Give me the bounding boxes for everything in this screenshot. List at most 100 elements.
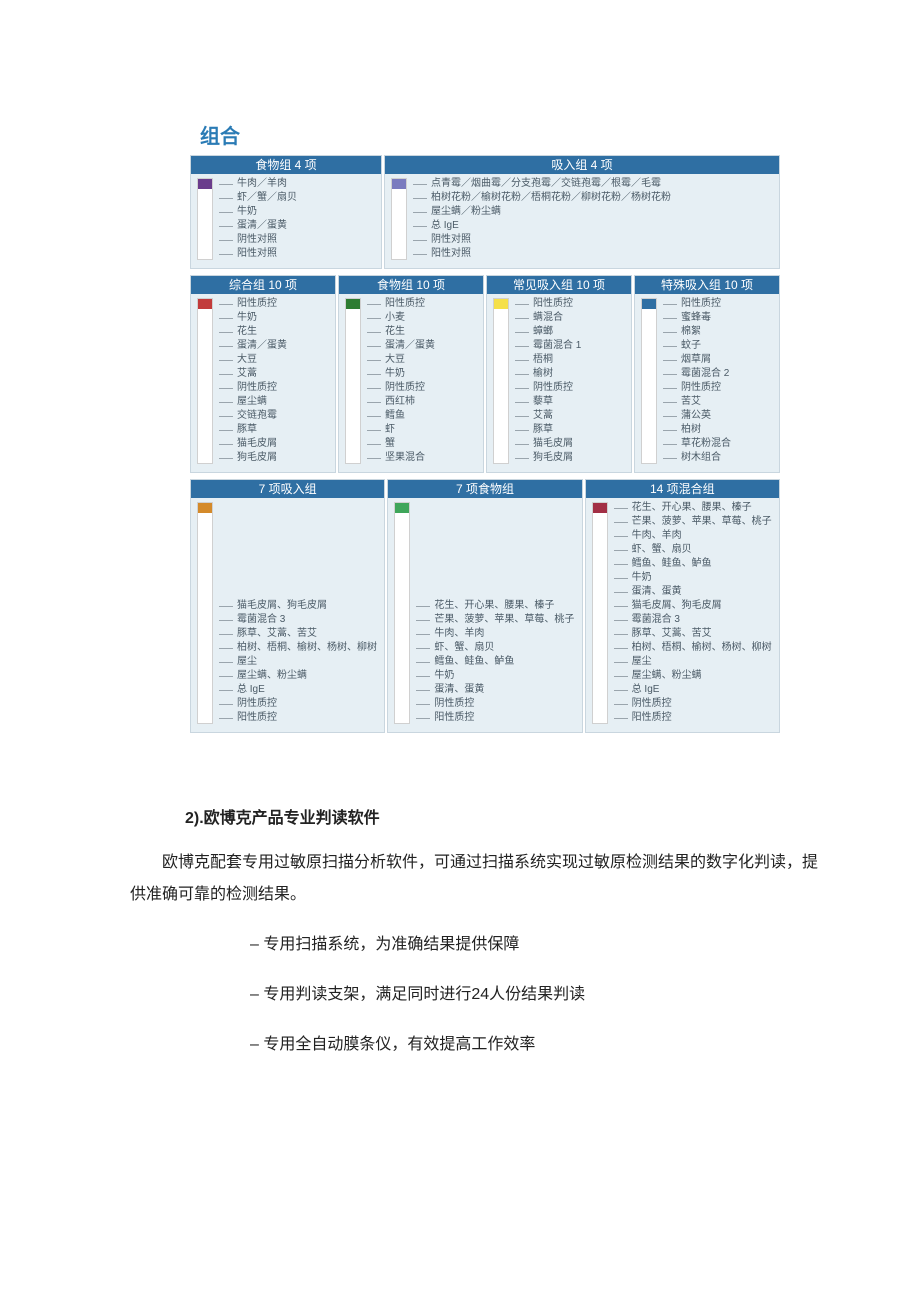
list-item: 阳性对照: [219, 248, 297, 260]
panel-body: 花生、开心果、腰果、榛子芒果、菠萝、苹果、草莓、桃子牛肉、羊肉虾、蟹、扇贝鳕鱼、…: [586, 498, 779, 732]
list-item: 豚草: [515, 424, 581, 436]
panel: 14 项混合组花生、开心果、腰果、榛子芒果、菠萝、苹果、草莓、桃子牛肉、羊肉虾、…: [585, 479, 780, 733]
list-item: 虾: [367, 424, 435, 436]
list-item: 藜草: [515, 396, 581, 408]
list-item: 屋尘螨／粉尘螨: [413, 206, 671, 218]
list-item: 牛肉／羊肉: [219, 178, 297, 190]
panel: 7 项食物组花生、开心果、腰果、榛子芒果、菠萝、苹果、草莓、桃子牛肉、羊肉虾、蟹…: [387, 479, 582, 733]
list-item: 柏树花粉／榆树花粉／梧桐花粉／柳树花粉／杨树花粉: [413, 192, 671, 204]
test-strip: [197, 298, 213, 464]
list-item: 柏树、梧桐、榆树、杨树、柳树: [614, 642, 772, 654]
list-item: 蜜蜂毒: [663, 312, 731, 324]
list-item: 交链孢霉: [219, 410, 287, 422]
panel-header: 特殊吸入组 10 项: [635, 276, 779, 294]
list-item: 烟草屑: [663, 354, 731, 366]
list-item: 阴性质控: [416, 698, 574, 710]
test-strip: [197, 502, 213, 724]
panel: 常见吸入组 10 项阳性质控螨混合蟑螂霉菌混合 1梧桐榆树阴性质控藜草艾蒿豚草猫…: [486, 275, 632, 473]
list-item: 豚草: [219, 424, 287, 436]
list-item: 苦艾: [663, 396, 731, 408]
test-strip: [197, 178, 213, 260]
list-item: 猫毛皮屑: [515, 438, 581, 450]
list-item: 树木组合: [663, 452, 731, 464]
panel-body: 牛肉／羊肉虾／蟹／扇贝牛奶蛋清／蛋黄阴性对照阳性对照: [191, 174, 381, 268]
panel-header: 食物组 10 项: [339, 276, 483, 294]
list-item: 榆树: [515, 368, 581, 380]
list-item: 屋尘: [219, 656, 377, 668]
list-item: 鳕鱼、鲑鱼、鲈鱼: [416, 656, 574, 668]
list-item: 阴性质控: [367, 382, 435, 394]
list-item: 屋尘螨: [219, 396, 287, 408]
test-strip: [592, 502, 608, 724]
strip-color-marker: [642, 299, 656, 309]
list-item: 鳕鱼: [367, 410, 435, 422]
item-list: 牛肉／羊肉虾／蟹／扇贝牛奶蛋清／蛋黄阴性对照阳性对照: [219, 178, 297, 260]
list-item: 西红柿: [367, 396, 435, 408]
list-item: 艾蒿: [219, 368, 287, 380]
list-item: 阳性质控: [367, 298, 435, 310]
list-item: 阴性质控: [614, 698, 772, 710]
list-item: 牛奶: [219, 206, 297, 218]
strip-color-marker: [198, 299, 212, 309]
list-item: 鳕鱼、鲑鱼、鲈鱼: [614, 558, 772, 570]
section-title: 组合: [200, 120, 840, 149]
strip-color-marker: [198, 503, 212, 513]
list-item: 蛋清、蛋黄: [416, 684, 574, 696]
body-text: 2).欧博克产品专业判读软件 欧博克配套专用过敏原扫描分析软件，可通过扫描系统实…: [130, 803, 820, 1061]
list-item: 牛奶: [219, 312, 287, 324]
list-item: 屋尘: [614, 656, 772, 668]
list-item: 虾／蟹／扇贝: [219, 192, 297, 204]
panel-body: 阳性质控小麦花生蛋清／蛋黄大豆牛奶阴性质控西红柿鳕鱼虾蟹坚果混合: [339, 294, 483, 472]
list-item: 阴性质控: [663, 382, 731, 394]
list-item: 牛肉、羊肉: [416, 628, 574, 640]
item-list: 猫毛皮屑、狗毛皮屑霉菌混合 3豚草、艾蒿、苦艾柏树、梧桐、榆树、杨树、柳树屋尘屋…: [219, 502, 377, 724]
list-item: 牛奶: [416, 670, 574, 682]
list-item: 豚草、艾蒿、苦艾: [219, 628, 377, 640]
list-item: 艾蒿: [515, 410, 581, 422]
list-item: 蛋清、蛋黄: [614, 586, 772, 598]
panel-body: 阳性质控牛奶花生蛋清／蛋黄大豆艾蒿阴性质控屋尘螨交链孢霉豚草猫毛皮屑狗毛皮屑: [191, 294, 335, 472]
list-item: 花生、开心果、腰果、榛子: [416, 600, 574, 612]
list-item: 霉菌混合 1: [515, 340, 581, 352]
list-item: 花生: [219, 326, 287, 338]
panel: 食物组 4 项牛肉／羊肉虾／蟹／扇贝牛奶蛋清／蛋黄阴性对照阳性对照: [190, 155, 382, 269]
list-item: 大豆: [367, 354, 435, 366]
list-item: 阴性质控: [219, 382, 287, 394]
panel-body: 点青霉／烟曲霉／分支孢霉／交链孢霉／根霉／毛霉柏树花粉／榆树花粉／梧桐花粉／柳树…: [385, 174, 779, 268]
list-item: 阳性质控: [219, 298, 287, 310]
item-list: 花生、开心果、腰果、榛子芒果、菠萝、苹果、草莓、桃子牛肉、羊肉虾、蟹、扇贝鳕鱼、…: [614, 502, 772, 724]
list-item: 蟹: [367, 438, 435, 450]
panel: 吸入组 4 项点青霉／烟曲霉／分支孢霉／交链孢霉／根霉／毛霉柏树花粉／榆树花粉／…: [384, 155, 780, 269]
test-strip: [345, 298, 361, 464]
list-item: 花生、开心果、腰果、榛子: [614, 502, 772, 514]
strip-color-marker: [494, 299, 508, 309]
list-item: 牛肉、羊肉: [614, 530, 772, 542]
panel: 特殊吸入组 10 项阳性质控蜜蜂毒棉絮蚊子烟草屑霉菌混合 2阴性质控苦艾蒲公英柏…: [634, 275, 780, 473]
panel-header: 常见吸入组 10 项: [487, 276, 631, 294]
list-item: 总 IgE: [413, 220, 671, 232]
test-strip: [394, 502, 410, 724]
list-item: 阳性质控: [515, 298, 581, 310]
item-list: 花生、开心果、腰果、榛子芒果、菠萝、苹果、草莓、桃子牛肉、羊肉虾、蟹、扇贝鳕鱼、…: [416, 502, 574, 724]
subsection-heading: 2).欧博克产品专业判读软件: [185, 803, 820, 835]
panel-body: 花生、开心果、腰果、榛子芒果、菠萝、苹果、草莓、桃子牛肉、羊肉虾、蟹、扇贝鳕鱼、…: [388, 498, 581, 732]
list-item: 棉絮: [663, 326, 731, 338]
strip-color-marker: [198, 179, 212, 189]
list-item: 大豆: [219, 354, 287, 366]
list-item: 阴性质控: [219, 698, 377, 710]
list-item: 霉菌混合 3: [219, 614, 377, 626]
list-item: 草花粉混合: [663, 438, 731, 450]
panel-body: 阳性质控蜜蜂毒棉絮蚊子烟草屑霉菌混合 2阴性质控苦艾蒲公英柏树草花粉混合树木组合: [635, 294, 779, 472]
strip-color-marker: [395, 503, 409, 513]
list-item: 蛋清／蛋黄: [219, 220, 297, 232]
panel-header: 14 项混合组: [586, 480, 779, 498]
list-item: 阴性质控: [515, 382, 581, 394]
test-strip: [391, 178, 407, 260]
test-strip: [493, 298, 509, 464]
panel: 7 项吸入组猫毛皮屑、狗毛皮屑霉菌混合 3豚草、艾蒿、苦艾柏树、梧桐、榆树、杨树…: [190, 479, 385, 733]
panel-row-1: 食物组 4 项牛肉／羊肉虾／蟹／扇贝牛奶蛋清／蛋黄阴性对照阳性对照吸入组 4 项…: [190, 155, 780, 269]
panel: 食物组 10 项阳性质控小麦花生蛋清／蛋黄大豆牛奶阴性质控西红柿鳕鱼虾蟹坚果混合: [338, 275, 484, 473]
list-item: 点青霉／烟曲霉／分支孢霉／交链孢霉／根霉／毛霉: [413, 178, 671, 190]
list-item: 芒果、菠萝、苹果、草莓、桃子: [614, 516, 772, 528]
list-item: 阳性质控: [614, 712, 772, 724]
